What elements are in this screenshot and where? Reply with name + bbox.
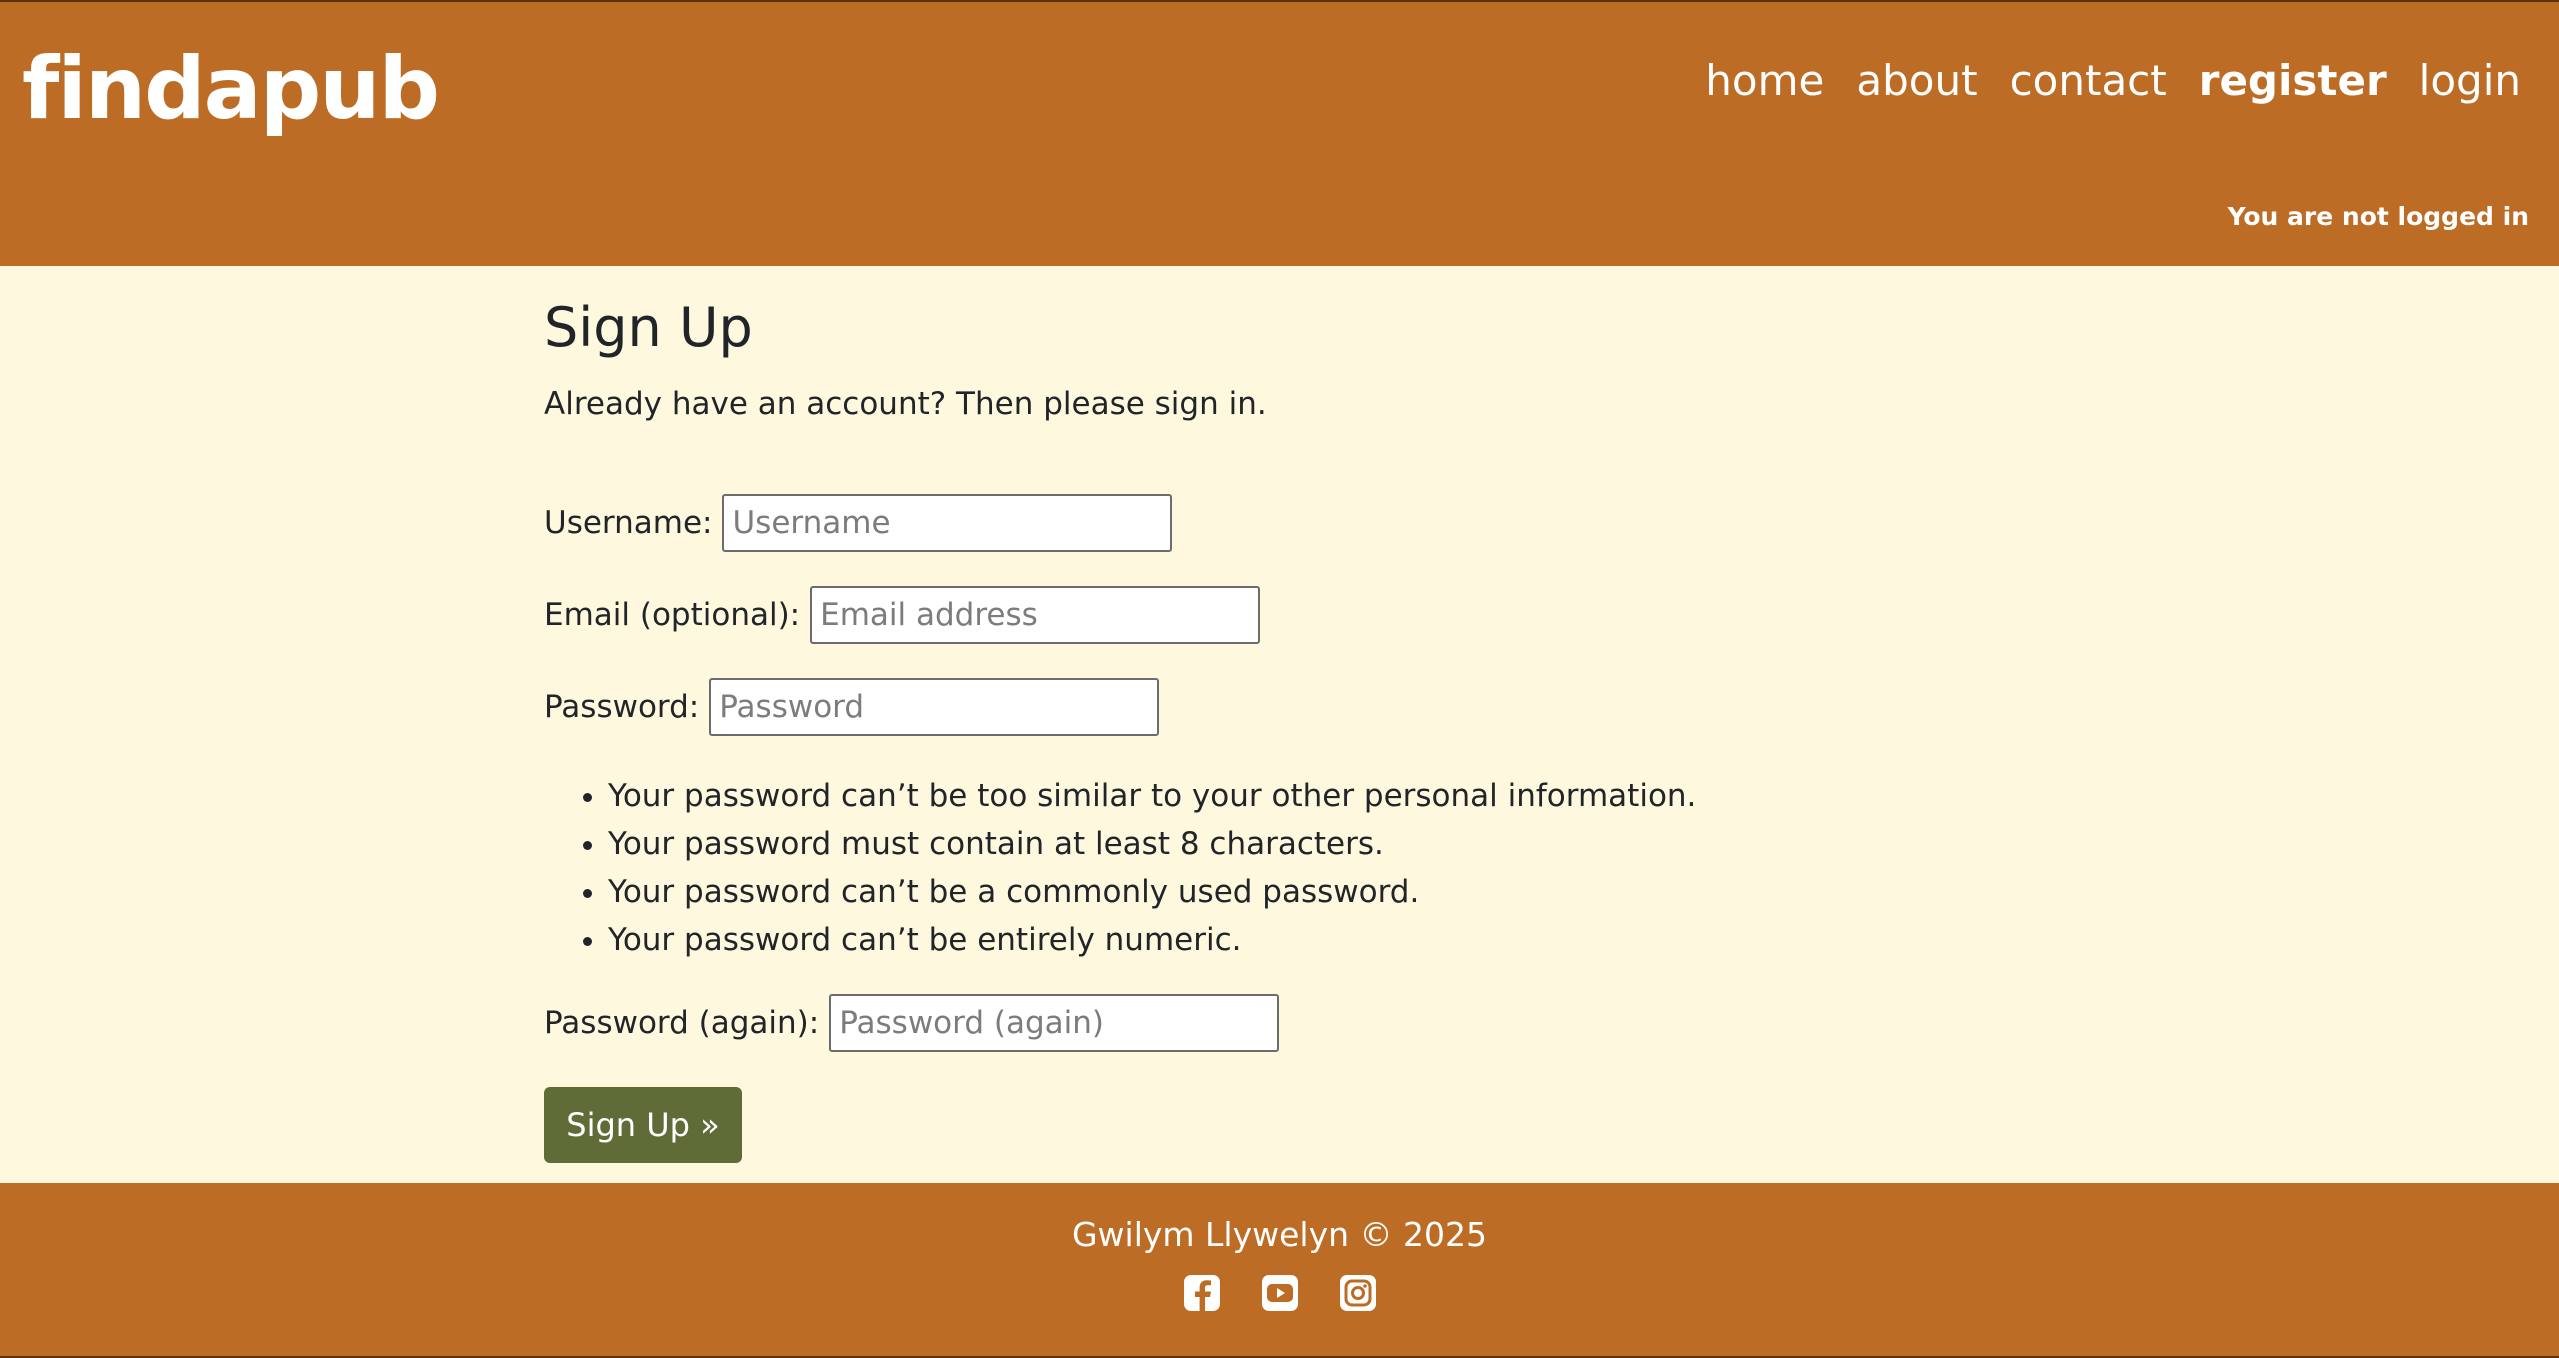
username-row: Username: <box>544 494 1173 552</box>
nav-register[interactable]: register <box>2199 56 2387 105</box>
email-input[interactable] <box>810 586 1261 644</box>
password-row: Password: <box>544 678 1160 736</box>
signin-prompt-text: Already have an account? Then please <box>544 386 1155 422</box>
password-help-list: Your password can’t be too similar to yo… <box>544 772 1696 964</box>
password-input[interactable] <box>709 678 1160 736</box>
username-input[interactable] <box>722 494 1173 552</box>
site-header: findapub home about contact register log… <box>0 0 2559 266</box>
page-title: Sign Up <box>544 296 753 359</box>
copyright-text: Gwilym Llywelyn © 2025 <box>1071 1215 1487 1254</box>
password-help-item: Your password can’t be too similar to yo… <box>608 772 1696 820</box>
youtube-icon[interactable] <box>1260 1273 1300 1313</box>
signin-prompt-end: . <box>1256 386 1267 422</box>
brand-logo[interactable]: findapub <box>22 46 440 132</box>
password-help-item: Your password must contain at least 8 ch… <box>608 820 1696 868</box>
password-again-input[interactable] <box>829 994 1280 1052</box>
signin-prompt: Already have an account? Then please sig… <box>544 386 1267 422</box>
password-again-row: Password (again): <box>544 994 1280 1052</box>
login-status: You are not logged in <box>2227 202 2529 231</box>
email-row: Email (optional): <box>544 586 1261 644</box>
main-nav: home about contact register login <box>1705 56 2521 105</box>
nav-login[interactable]: login <box>2419 56 2521 105</box>
email-label: Email (optional): <box>544 597 801 633</box>
password-label: Password: <box>544 689 700 725</box>
password-again-label: Password (again): <box>544 1005 820 1041</box>
nav-contact[interactable]: contact <box>2010 56 2167 105</box>
site-footer: Gwilym Llywelyn © 2025 <box>0 1183 2559 1358</box>
nav-home[interactable]: home <box>1705 56 1824 105</box>
username-label: Username: <box>544 505 713 541</box>
facebook-icon[interactable] <box>1182 1273 1222 1313</box>
password-help-item: Your password can’t be entirely numeric. <box>608 916 1696 964</box>
nav-about[interactable]: about <box>1856 56 1977 105</box>
social-links <box>0 1273 2559 1313</box>
password-help-item: Your password can’t be a commonly used p… <box>608 868 1696 916</box>
signin-link[interactable]: sign in <box>1155 386 1257 422</box>
signup-button[interactable]: Sign Up » <box>544 1087 742 1163</box>
instagram-icon[interactable] <box>1338 1273 1378 1313</box>
